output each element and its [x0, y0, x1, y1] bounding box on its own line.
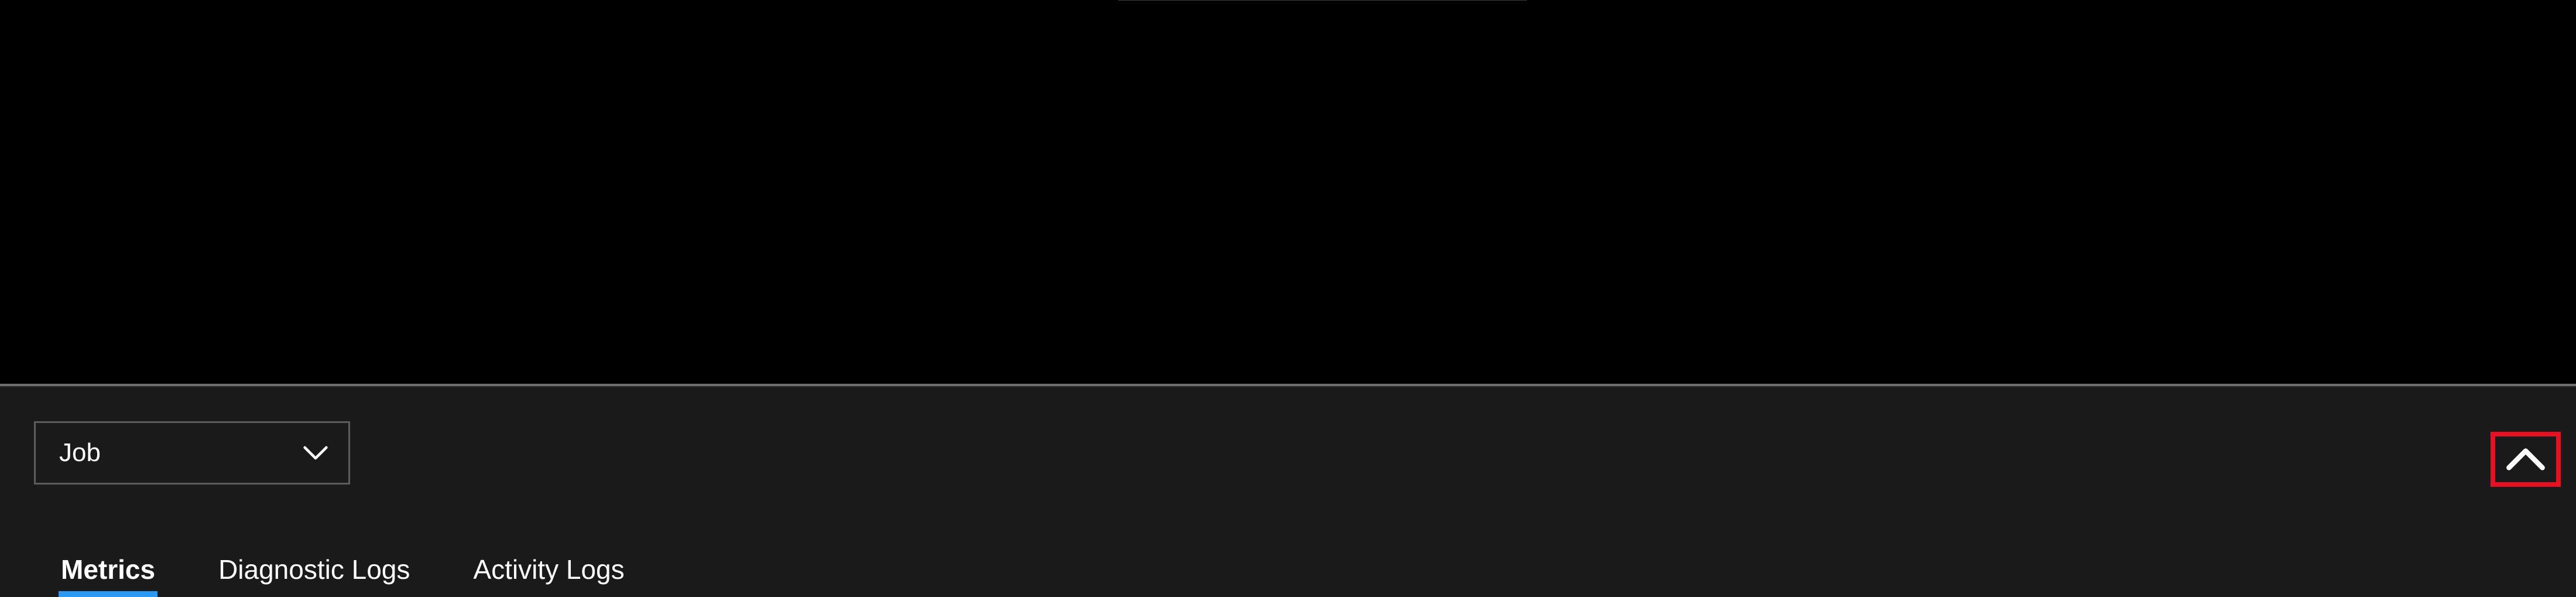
tab-diagnostic-logs[interactable]: Diagnostic Logs	[216, 554, 412, 597]
scope-dropdown[interactable]: Job	[34, 421, 350, 485]
job-node-tile[interactable]: Output events (sum): 3543 Watermark dela…	[1118, 0, 1527, 1]
panel-tabs: Metrics Diagnostic Logs Activity Logs	[59, 554, 627, 597]
expand-panel-button[interactable]	[2491, 432, 2561, 487]
bottom-panel: Job Metrics Diagnostic Logs Activity Log…	[0, 386, 2576, 597]
tab-label: Diagnostic Logs	[218, 554, 410, 585]
tab-label: Metrics	[61, 554, 155, 585]
chevron-down-icon	[303, 444, 328, 462]
tab-metrics[interactable]: Metrics	[59, 554, 157, 597]
tab-activity-logs[interactable]: Activity Logs	[471, 554, 626, 597]
chevron-up-icon	[2505, 448, 2547, 471]
dropdown-selected-label: Job	[59, 438, 101, 468]
panel-top-border	[0, 386, 2576, 387]
tab-label: Activity Logs	[473, 554, 624, 585]
